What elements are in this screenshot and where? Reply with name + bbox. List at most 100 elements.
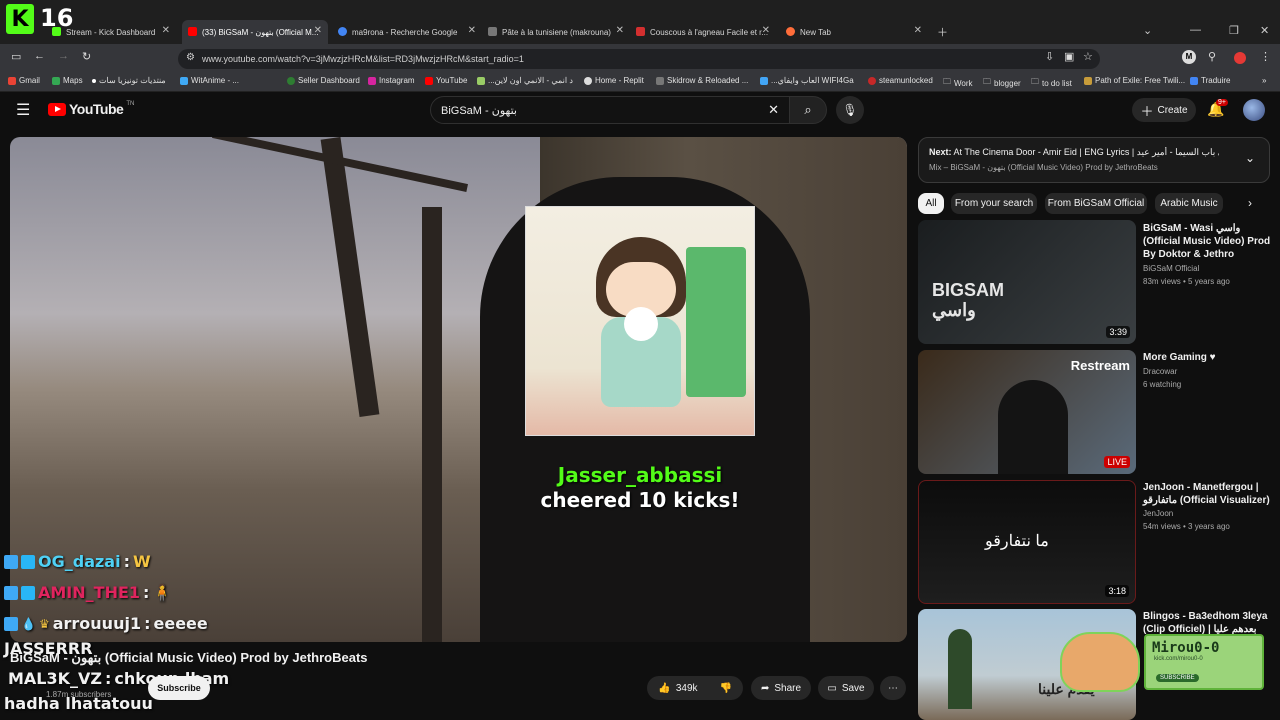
bookmark-anime[interactable]: ...د انمي - الانمي اون لاين <box>477 76 573 85</box>
menu-kebab-icon[interactable]: ⋮ <box>1260 50 1271 63</box>
window-close-icon[interactable]: ✕ <box>1260 24 1269 37</box>
subscribe-button[interactable]: Subscribe <box>148 676 210 700</box>
chip-from-your-search[interactable]: From your search <box>951 193 1037 214</box>
voice-search-button[interactable]: 🎙 <box>836 96 864 124</box>
clear-search-icon[interactable]: ✕ <box>768 102 779 118</box>
related-channel[interactable]: BiGSaM Official <box>1143 264 1199 273</box>
page-favicon-icon <box>488 27 497 36</box>
create-button[interactable]: ＋ Create <box>1132 98 1196 122</box>
expand-chevron-icon[interactable]: ⌄ <box>1245 151 1255 165</box>
bookmark-path-of-exile[interactable]: Path of Exile: Free Twili... <box>1084 76 1185 85</box>
address-bar[interactable]: ⚙ www.youtube.com/watch?v=3jMwzjzHRcM&lis… <box>178 49 1100 69</box>
wifi4games-icon <box>760 76 768 85</box>
youtube-logo[interactable]: YouTube TN <box>48 101 134 117</box>
bookmark-folder-blogger[interactable]: 🗀 blogger <box>983 76 1021 90</box>
related-channel[interactable]: Dracowar <box>1143 367 1177 376</box>
related-thumbnail[interactable]: BIGSAM واسي 3:39 <box>918 220 1136 344</box>
bookmark-traduire[interactable]: Traduire <box>1190 76 1231 85</box>
cast-icon[interactable]: ▣ <box>1064 50 1074 63</box>
chip-all[interactable]: All <box>918 193 944 214</box>
next-title: Next: At The Cinema Door - Amir Eid | EN… <box>929 147 1219 157</box>
chip-arabic-music[interactable]: Arabic Music <box>1155 193 1223 214</box>
tab-couscous[interactable]: Couscous à l'agneau Facile et r... ✕ <box>630 20 776 44</box>
tab-youtube[interactable]: (33) BiGSaM - بتهون (Official M... ✕ <box>182 20 328 44</box>
avatar[interactable] <box>1243 99 1265 121</box>
tab-new-tab[interactable]: New Tab ✕ <box>780 20 928 44</box>
chat-line: 💧 ♛ arrouuuj1 : eeeee <box>4 614 208 633</box>
url-text: www.youtube.com/watch?v=3jMwzjzHRcM&list… <box>202 54 524 64</box>
chip-from-bigsam[interactable]: From BiGSaM Official <box>1045 193 1147 214</box>
restore-icon[interactable]: ❐ <box>1229 24 1239 37</box>
hamburger-menu-icon[interactable]: ☰ <box>16 100 30 120</box>
close-icon[interactable]: ✕ <box>616 25 624 36</box>
bookmark-folder-todo[interactable]: 🗀 to do list <box>1031 76 1072 90</box>
chat-username: MAL3K_VZ <box>8 669 103 688</box>
duration-badge: 3:39 <box>1106 326 1130 338</box>
notifications-button[interactable]: 🔔 9+ <box>1207 99 1228 118</box>
profile-m-icon[interactable]: M <box>1182 50 1196 64</box>
related-title[interactable]: BiGSaM - Wasi واسي (Official Music Video… <box>1143 222 1271 261</box>
autoplay-next-card[interactable] <box>918 137 1270 183</box>
overlay-subscribe-badge: SUBSCRIBE <box>1156 674 1199 682</box>
extensions-icon[interactable]: ⚲ <box>1208 50 1216 63</box>
like-count: 349k <box>675 682 698 694</box>
folder-icon: 🗀 <box>983 77 991 86</box>
bookmark-tunisia-sat[interactable]: منتديات تونيزيا سات <box>92 76 166 85</box>
extension-red-icon[interactable] <box>1234 52 1246 64</box>
country-code: TN <box>126 101 135 107</box>
close-icon[interactable]: ✕ <box>468 25 476 36</box>
next-subtitle: Mix – BiGSaM - بتهون (Official Music Vid… <box>929 163 1158 172</box>
tab-search-chevron-icon[interactable]: ⌄ <box>1143 24 1152 37</box>
tab-google-search[interactable]: ma9rona - Recherche Google ✕ <box>332 20 482 44</box>
bookmark-replit[interactable]: Home - Replit <box>584 76 644 85</box>
bookmark-seller-dashboard[interactable]: Seller Dashboard <box>287 76 360 85</box>
bookmark-witanime[interactable]: WitAnime - ... <box>180 76 239 85</box>
site-info-icon[interactable]: ⚙ <box>186 52 195 63</box>
search-icon: ⌕ <box>804 102 812 117</box>
like-button[interactable]: 👍 349k <box>647 676 709 700</box>
bookmark-steamunlocked[interactable]: steamunlocked <box>868 76 933 85</box>
close-icon[interactable]: ✕ <box>914 25 922 36</box>
share-button[interactable]: ➦ Share <box>751 676 811 700</box>
install-app-icon[interactable]: ⇩ <box>1045 50 1054 63</box>
bookmark-youtube[interactable]: YouTube <box>425 76 467 85</box>
new-tab-plus-icon[interactable]: ＋ <box>937 24 948 40</box>
sidebar-toggle-icon[interactable]: ▭ <box>11 50 21 63</box>
newtab-favicon-icon <box>786 27 795 36</box>
bookmark-maps[interactable]: Maps <box>52 76 83 85</box>
related-thumbnail[interactable]: Restream LIVE <box>918 350 1136 474</box>
cat-mascot <box>1060 632 1140 692</box>
bookmarks-overflow-icon[interactable]: » <box>1262 76 1266 85</box>
close-icon[interactable]: ✕ <box>762 25 770 36</box>
chat-line: AMIN_THE1 : 🧍 <box>4 583 172 602</box>
back-icon[interactable]: ← <box>34 50 45 62</box>
bookmark-gmail[interactable]: Gmail <box>8 76 40 85</box>
related-meta: 6 watching <box>1143 380 1182 389</box>
related-thumbnail[interactable]: ما نتفارقو 3:18 <box>918 480 1136 604</box>
youtube-icon <box>425 76 433 85</box>
save-button[interactable]: ▭ Save <box>818 676 874 700</box>
related-title[interactable]: More Gaming ♥ <box>1143 351 1271 364</box>
bookmark-skidrow[interactable]: Skidrow & Reloaded ... <box>656 76 748 85</box>
chips-next-icon[interactable]: › <box>1248 196 1252 210</box>
live-badge: LIVE <box>1104 456 1130 468</box>
replit-icon <box>584 76 592 85</box>
minimize-icon[interactable]: — <box>1190 24 1201 36</box>
bookmark-folder-work[interactable]: 🗀 Work <box>943 76 973 90</box>
bookmark-instagram[interactable]: Instagram <box>368 76 415 85</box>
search-input[interactable]: BiGSaM - بتهون ✕ <box>430 96 790 124</box>
related-channel[interactable]: JenJoon <box>1143 509 1173 518</box>
more-actions-button[interactable]: ⋯ <box>880 676 906 700</box>
dislike-button[interactable]: 👎 <box>709 676 743 700</box>
close-icon[interactable]: ✕ <box>314 25 322 36</box>
related-title[interactable]: JenJoon - Manetfergou | ماتفارقو (Offici… <box>1143 481 1271 507</box>
reload-icon[interactable]: ↻ <box>82 50 91 63</box>
bookmark-wifi4games[interactable]: ...العاب وايفاي WIFI4Ga <box>760 76 854 85</box>
search-button[interactable]: ⌕ <box>789 96 827 124</box>
bookmark-star-icon[interactable]: ☆ <box>1083 50 1093 63</box>
chat-badge-icon <box>4 554 18 569</box>
close-icon[interactable]: ✕ <box>162 25 170 36</box>
tab-kick-dashboard[interactable]: Stream - Kick Dashboard ✕ <box>46 20 176 44</box>
forward-icon[interactable]: → <box>58 50 69 62</box>
tab-pate-tunisienne[interactable]: Pâte à la tunisiene (makrouna) ✕ <box>482 20 630 44</box>
